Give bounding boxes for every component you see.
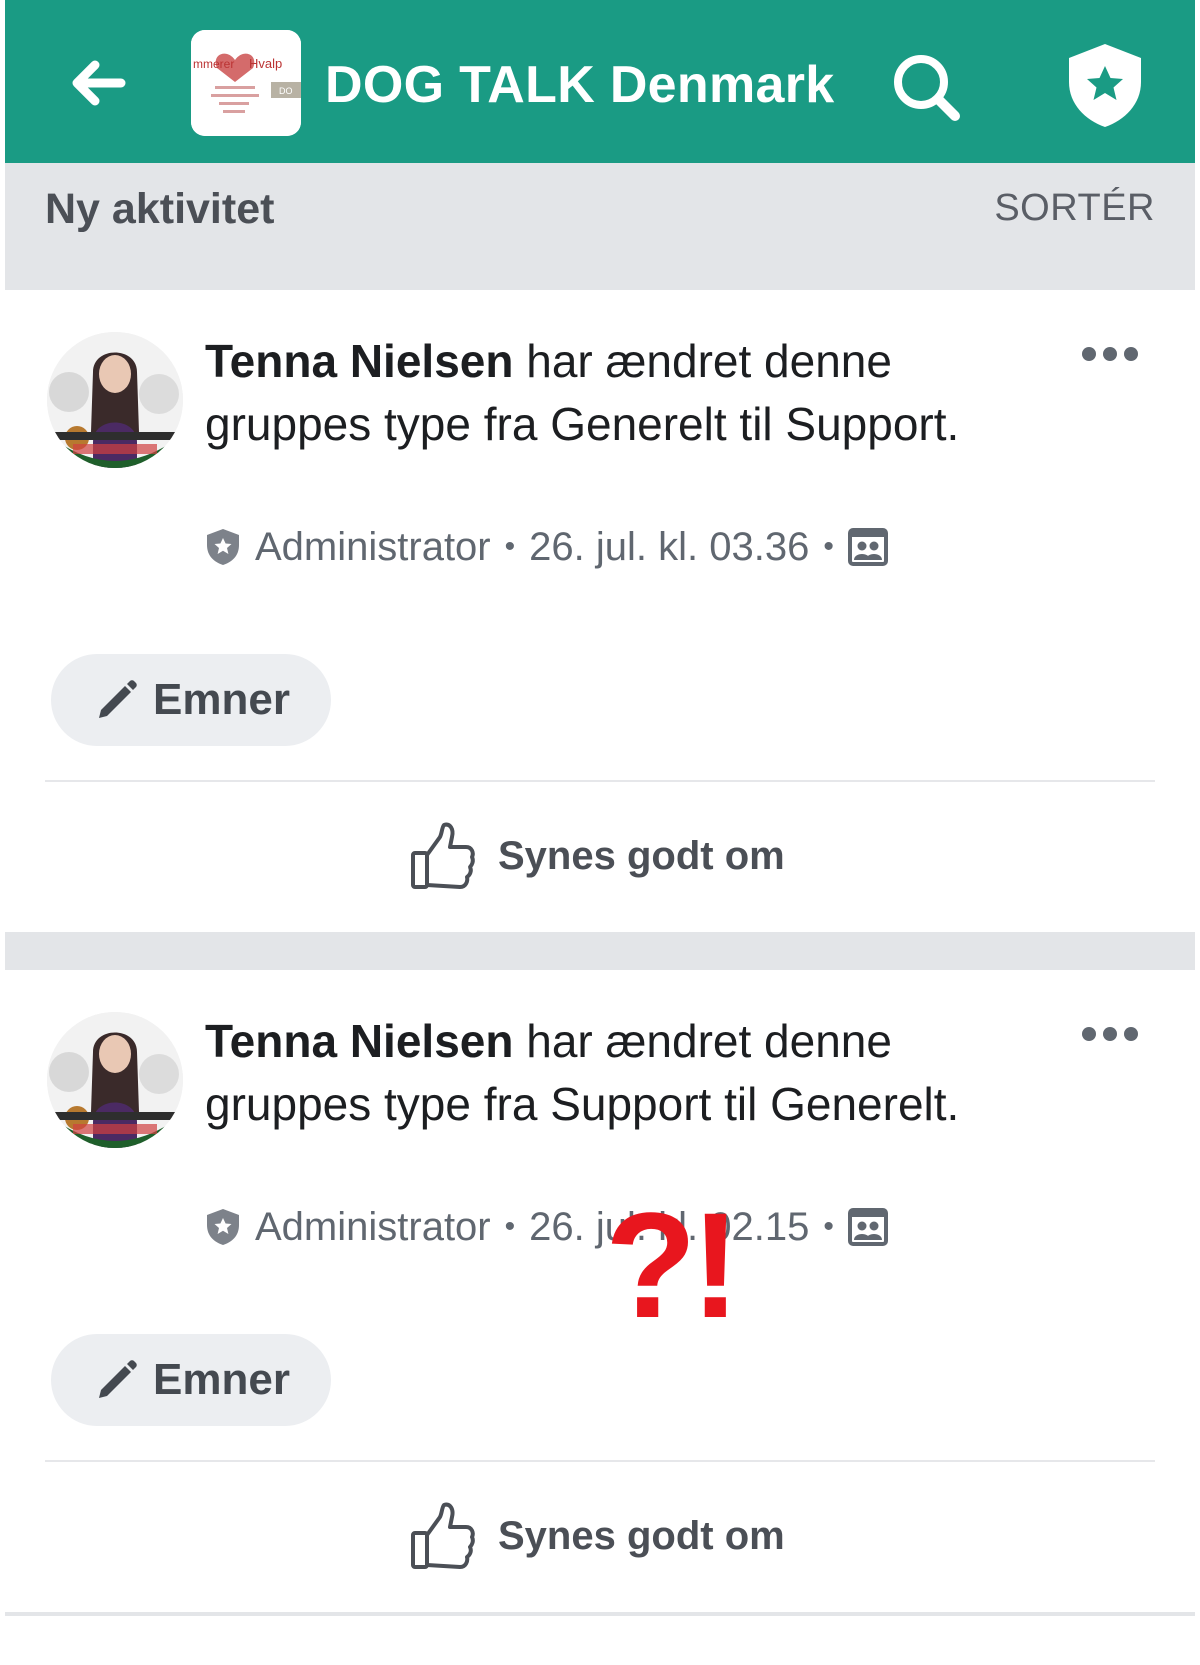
post-meta: Administrator • 26. jul. kl. 02.15 • xyxy=(205,1202,888,1252)
post-divider xyxy=(45,1460,1155,1462)
avatar[interactable] xyxy=(47,332,183,468)
author-name[interactable]: Tenna Nielsen xyxy=(205,335,513,387)
activity-post: Tenna Nielsen har ændret denne gruppes t… xyxy=(5,290,1195,932)
post-timestamp[interactable]: 26. jul. kl. 03.36 xyxy=(529,522,809,572)
post-meta: Administrator • 26. jul. kl. 03.36 • xyxy=(205,522,888,572)
thumbs-up-icon xyxy=(411,1502,475,1569)
thumb-text-right: Hvalp xyxy=(249,56,282,71)
activity-section-bar: Ny aktivitet SORTÉR xyxy=(5,163,1195,290)
sort-button[interactable]: SORTÉR xyxy=(994,187,1155,230)
section-title: Ny aktivitet xyxy=(45,185,275,233)
annotation-mark: ?! xyxy=(605,1181,741,1349)
search-icon xyxy=(894,55,960,121)
activity-post: Tenna Nielsen har ændret denne gruppes t… xyxy=(5,970,1195,1612)
app-header: mmerer Hvalp DO DOG TALK Denmark xyxy=(5,0,1195,163)
shield-star-icon xyxy=(207,529,239,565)
thumb-text-badge: DO xyxy=(279,86,293,96)
meta-separator: • xyxy=(823,530,834,563)
post-divider xyxy=(45,780,1155,782)
topics-button[interactable]: Emner xyxy=(51,1334,331,1426)
more-options-icon xyxy=(1082,1027,1138,1041)
like-button[interactable]: Synes godt om xyxy=(410,818,785,894)
shield-star-icon xyxy=(207,1209,239,1245)
post-text: Tenna Nielsen har ændret denne gruppes t… xyxy=(205,330,1005,456)
author-role: Administrator xyxy=(255,525,491,569)
feed-bottom-divider xyxy=(5,1612,1195,1616)
more-options-button[interactable] xyxy=(1080,342,1140,366)
author-name[interactable]: Tenna Nielsen xyxy=(205,1015,513,1067)
like-label: Synes godt om xyxy=(498,1513,785,1558)
group-title[interactable]: DOG TALK Denmark xyxy=(325,50,834,120)
post-text: Tenna Nielsen har ændret denne gruppes t… xyxy=(205,1010,1005,1136)
back-arrow-icon xyxy=(72,60,126,106)
meta-separator: • xyxy=(504,530,516,563)
group-cover-thumbnail[interactable]: mmerer Hvalp DO xyxy=(191,30,301,136)
author-role: Administrator xyxy=(255,1205,491,1249)
like-label: Synes godt om xyxy=(498,833,785,878)
meta-separator: • xyxy=(504,1210,516,1243)
group-members-icon xyxy=(847,1208,888,1246)
thumbs-up-icon xyxy=(411,822,475,889)
app-frame: mmerer Hvalp DO DOG TALK Denmark Ny akti… xyxy=(5,0,1195,1665)
topics-button[interactable]: Emner xyxy=(51,654,331,746)
pencil-icon xyxy=(99,680,137,718)
more-options-icon xyxy=(1082,347,1138,361)
thumb-text-left: mmerer xyxy=(193,57,234,71)
topics-label: Emner xyxy=(153,675,290,724)
admin-tools-button[interactable] xyxy=(1063,40,1147,130)
admin-shield-star-icon xyxy=(1069,44,1141,127)
like-button[interactable]: Synes godt om xyxy=(410,1498,785,1574)
more-options-button[interactable] xyxy=(1080,1022,1140,1046)
meta-separator: • xyxy=(823,1210,834,1243)
group-members-icon xyxy=(847,528,888,566)
avatar[interactable] xyxy=(47,1012,183,1148)
post-separator-band xyxy=(5,932,1195,970)
topics-label: Emner xyxy=(153,1355,290,1404)
search-button[interactable] xyxy=(887,48,967,128)
pencil-icon xyxy=(99,1360,137,1398)
back-button[interactable] xyxy=(63,48,133,118)
